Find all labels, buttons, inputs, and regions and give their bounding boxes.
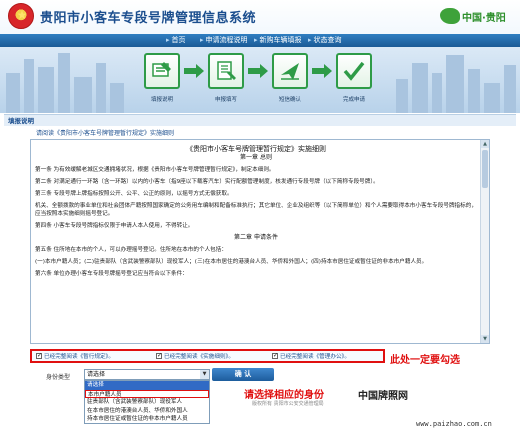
brand-logo: 中国·贵阳 xyxy=(440,6,512,26)
paragraph: 第三条 专段号牌上牌指标按照公开、公平、公正的原则，以摇号方式无偿获取。 xyxy=(35,191,233,197)
paragraph: 第六条 单位办理小客车专段号牌摇号登记应当符合以下条件： xyxy=(35,271,188,277)
identity-label: 身份类型 xyxy=(46,374,71,381)
paper-plane-icon xyxy=(281,63,299,80)
police-emblem-icon: ★ xyxy=(8,3,34,29)
check-rules[interactable]: 已经完整阅读《实施细则》。 xyxy=(156,351,234,362)
check-office[interactable]: 已经完整阅读《管理办公》。 xyxy=(272,351,350,362)
building-graphic xyxy=(412,63,428,113)
building-graphic xyxy=(484,83,500,113)
document-content: 《贵阳市小客车号牌管理暂行规定》实施细则 第一章 总则 第一条 为有效缓解老城区… xyxy=(31,140,481,343)
arrow-icon: ▸ xyxy=(166,36,170,44)
chevron-down-icon[interactable]: ▼ xyxy=(200,370,209,379)
step-fill-form xyxy=(208,53,244,89)
nav-status[interactable]: ▸ 状态查询 xyxy=(308,34,342,47)
process-steps: 填报说明 申报填写 短信确认 完成申请 xyxy=(138,51,384,111)
nav-process-label: 申请流程说明 xyxy=(205,36,248,44)
scroll-thumb[interactable] xyxy=(482,150,488,188)
nav-process[interactable]: ▸ 申请流程说明 xyxy=(200,34,248,47)
identity-option[interactable]: 本市户籍人员 xyxy=(85,389,209,398)
nav-home[interactable]: ▸ 首页 xyxy=(166,34,186,47)
identity-option[interactable]: 在本市居住的港澳台人员、华侨和外国人 xyxy=(85,407,209,416)
building-graphic xyxy=(446,55,464,113)
identity-option[interactable]: 请选择 xyxy=(85,381,209,390)
arrow-icon: ▸ xyxy=(200,36,204,44)
step-label: 完成申请 xyxy=(342,97,365,103)
check-annotation: 此处一定要勾选 xyxy=(390,355,460,366)
arrow-right-icon xyxy=(248,64,268,78)
building-graphic xyxy=(96,63,106,113)
confirm-button[interactable]: 确 认 xyxy=(212,368,274,381)
building-graphic xyxy=(110,83,124,113)
arrow-right-icon xyxy=(312,64,332,78)
footer-url: www.paizhao.com.cn xyxy=(416,420,492,428)
building-graphic xyxy=(432,73,442,113)
scroll-up-icon[interactable]: ▲ xyxy=(481,140,489,148)
chapter-heading: 第二章 申请条件 xyxy=(234,234,278,241)
checkbox[interactable] xyxy=(156,351,162,360)
step-label: 填报说明 xyxy=(150,97,173,103)
identity-selected-value: 请选择 xyxy=(87,371,106,378)
nav-new-car[interactable]: ▸ 新购车辆填报 xyxy=(254,34,302,47)
paragraph: 第四条 小客车专段号牌指标仅限于申请人本人使用，不得转让。 xyxy=(35,223,194,229)
nav-home-label: 首页 xyxy=(171,36,186,44)
nav-status-label: 状态查询 xyxy=(313,36,342,44)
building-graphic xyxy=(468,69,480,113)
paragraph: 第二条 对满足通行一环路（含一环路）以内的小客车（指9座以下载客汽车）实行配额管… xyxy=(35,179,379,185)
check-regulation[interactable]: 已经完整阅读《暂行规定》。 xyxy=(36,351,114,362)
chapter-heading: 第一章 总则 xyxy=(240,154,272,161)
identity-select[interactable]: 请选择 ▼ xyxy=(84,369,210,380)
building-graphic xyxy=(38,67,54,113)
paragraph: 第五条 住所地在本市的个人，可以办理摇号登记。住所地在本市的个人包括： xyxy=(35,247,227,253)
header: ★ 贵阳市小客车专段号牌管理信息系统 中国·贵阳 xyxy=(0,0,520,34)
nav-bar: ▸ 首页 ▸ 申请流程说明 ▸ 新购车辆填报 ▸ 状态查询 xyxy=(0,34,520,47)
regulation-document[interactable]: 《贵阳市小客车号牌管理暂行规定》实施细则 第一章 总则 第一条 为有效缓解老城区… xyxy=(30,139,490,344)
watermark: 中国牌照网 xyxy=(358,391,408,402)
step-label: 申报填写 xyxy=(214,97,237,103)
checkmark-icon xyxy=(343,61,365,81)
step-fill-instructions xyxy=(144,53,180,89)
paragraph: (一)本市户籍人员；(二)驻贵部队（含武装警察部队）现役军人；(三)在本市居住的… xyxy=(35,259,428,265)
step-label: 短信确认 xyxy=(278,97,301,103)
scroll-down-icon[interactable]: ▼ xyxy=(481,335,489,343)
brand-text: 中国·贵阳 xyxy=(462,13,506,24)
checkbox[interactable] xyxy=(36,351,42,360)
section-title: 填报说明 xyxy=(4,114,516,126)
identity-option[interactable]: 持本市居住证或暂住证的非本市户籍人员 xyxy=(85,415,209,424)
document-icon xyxy=(152,62,171,77)
check-label: 已经完整阅读《实施细则》。 xyxy=(164,354,234,360)
document-scrollbar[interactable]: ▲ ▼ xyxy=(480,140,489,343)
banner: 填报说明 申报填写 短信确认 完成申请 xyxy=(0,47,520,113)
identity-option[interactable]: 驻贵部队（含武装警察部队）现役军人 xyxy=(85,398,209,407)
arrow-icon: ▸ xyxy=(254,36,258,44)
step-sms-confirm xyxy=(272,53,308,89)
paragraph: 机关、全额拨款的事业单位和社会团体产籍按照国家确定的公务用车编制和配备标准执行；… xyxy=(35,203,477,217)
building-graphic xyxy=(6,73,20,113)
building-graphic xyxy=(396,79,408,113)
leaf-icon xyxy=(440,8,460,24)
instruction-text: 请阅读《贵阳市小客车号牌管理暂行规定》实施细则 xyxy=(36,130,175,137)
select-annotation: 请选择相应的身份 xyxy=(244,390,324,401)
check-label: 已经完整阅读《管理办公》。 xyxy=(280,354,350,360)
agreement-checkboxes: 已经完整阅读《暂行规定》。 已经完整阅读《实施细则》。 已经完整阅读《管理办公》… xyxy=(30,349,385,363)
paragraph: 第一条 为有效缓解老城区交通拥堵状况，根据《贵阳市小客车号牌管理暂行规定》，制定… xyxy=(35,167,275,173)
building-graphic xyxy=(58,53,70,113)
building-graphic xyxy=(504,65,516,113)
arrow-icon: ▸ xyxy=(308,36,312,44)
step-complete xyxy=(336,53,372,89)
checkbox[interactable] xyxy=(272,351,278,360)
copyright-text: 版权所有 贵阳市公安交通管理局 xyxy=(252,401,324,407)
form-icon xyxy=(217,61,236,80)
site-title: 贵阳市小客车专段号牌管理信息系统 xyxy=(40,11,257,26)
identity-options: 请选择 本市户籍人员 驻贵部队（含武装警察部队）现役军人 在本市居住的港澳台人员… xyxy=(84,380,210,424)
nav-new-car-label: 新购车辆填报 xyxy=(259,36,302,44)
check-label: 已经完整阅读《暂行规定》。 xyxy=(44,354,114,360)
document-title: 《贵阳市小客车号牌管理暂行规定》实施细则 xyxy=(186,145,326,153)
arrow-right-icon xyxy=(184,64,204,78)
building-graphic xyxy=(74,77,92,113)
building-graphic xyxy=(24,59,34,113)
